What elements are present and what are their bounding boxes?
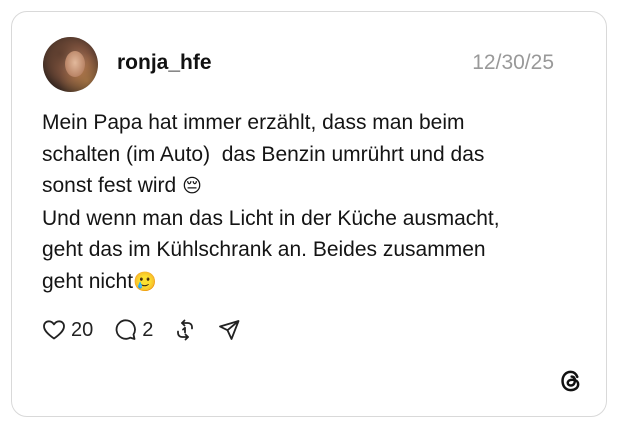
reply-count: 2 [142,319,154,341]
like-count: 20 [71,319,94,341]
post-line-text: geht das im Kühlschrank an. Beides zusam… [42,238,486,261]
post-line-text: Mein Papa hat immer erzählt, dass man be… [42,111,465,134]
post-line-text: Und wenn man das Licht in der Küche ausm… [42,206,500,230]
share-button[interactable] [217,318,241,342]
post-line: Mein Papa hat immer erzählt, dass man be… [42,107,582,139]
post-line-text: geht nicht [42,269,134,293]
post-line: Und wenn man das Licht in der Küche ausm… [42,203,582,235]
repost-icon [177,319,194,341]
heart-icon [43,320,65,340]
post-line: sonst fest wird 😔 [42,170,582,203]
post-line: schalten (im Auto) das Benzin umrührt un… [42,139,582,171]
send-icon [219,320,240,340]
threads-logo-icon[interactable] [558,368,584,394]
comment-icon [115,319,137,340]
post-text: Mein Papa hat immer erzählt, dass man be… [42,107,582,298]
action-bar: 20 2 [42,315,261,345]
pensive-emoji: 😔 [182,175,202,197]
post-line: geht nicht🥲 [42,266,582,299]
post-line: geht das im Kühlschrank an. Beides zusam… [42,234,582,266]
avatar[interactable] [43,37,98,92]
smiling-tear-emoji: 🥲 [133,270,157,293]
like-button[interactable]: 20 [42,318,93,342]
post-line-text: sonst fest wird [42,174,183,197]
repost-button[interactable] [173,318,197,342]
post-card: ronja_hfe 12/30/25 Mein Papa hat immer e… [11,11,607,417]
reply-button[interactable]: 2 [113,318,153,342]
avatar-face [65,51,85,77]
username[interactable]: ronja_hfe [117,50,212,76]
post-line-text: schalten (im Auto) das Benzin umrührt un… [42,142,485,166]
post-date: 12/30/25 [472,51,554,74]
